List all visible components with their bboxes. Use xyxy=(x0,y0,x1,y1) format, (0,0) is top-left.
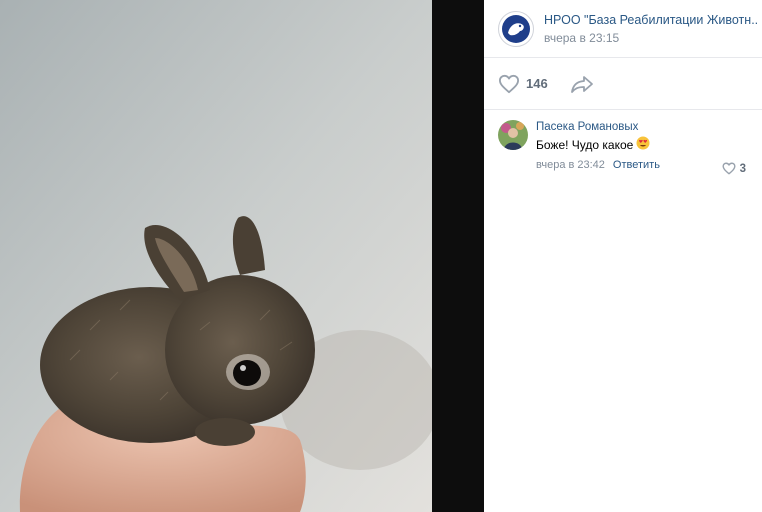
post-photo[interactable] xyxy=(0,0,432,512)
group-logo-icon xyxy=(502,14,530,43)
avatar-photo-icon xyxy=(498,120,528,150)
post-timestamp[interactable]: вчера в 23:15 xyxy=(544,30,759,46)
share-button[interactable] xyxy=(570,74,594,94)
comment-meta: вчера в 23:42 Ответить xyxy=(536,158,748,172)
like-button[interactable]: 146 xyxy=(498,74,548,94)
post-side-panel: НРОО "База Реабилитации Животн... вчера … xyxy=(484,0,762,512)
comment-like-button[interactable]: 3 xyxy=(722,162,746,175)
comment-author-name[interactable]: Пасека Романовых xyxy=(536,120,748,134)
like-count: 146 xyxy=(526,76,548,91)
reply-button[interactable]: Ответить xyxy=(613,158,660,172)
post-actions: 146 xyxy=(484,58,762,110)
group-name-link[interactable]: НРОО "База Реабилитации Животн... xyxy=(544,12,759,28)
comment-author-avatar[interactable] xyxy=(498,120,528,150)
viewer-backdrop xyxy=(432,0,484,512)
comment-like-count: 3 xyxy=(739,162,746,175)
comment-text: Боже! Чудо какое xyxy=(536,138,634,152)
share-arrow-icon xyxy=(570,75,593,93)
heart-eyes-emoji-icon xyxy=(636,136,650,154)
heart-icon xyxy=(498,74,519,93)
comment-item: Пасека Романовых Боже! Чудо какое вчера … xyxy=(484,110,762,175)
heart-icon xyxy=(722,162,736,175)
comment-timestamp[interactable]: вчера в 23:42 xyxy=(536,158,605,172)
comment-text-row: Боже! Чудо какое xyxy=(536,136,748,154)
bunny-photo-image xyxy=(0,0,432,512)
post-header: НРОО "База Реабилитации Животн... вчера … xyxy=(484,0,762,58)
group-avatar[interactable] xyxy=(498,10,534,47)
